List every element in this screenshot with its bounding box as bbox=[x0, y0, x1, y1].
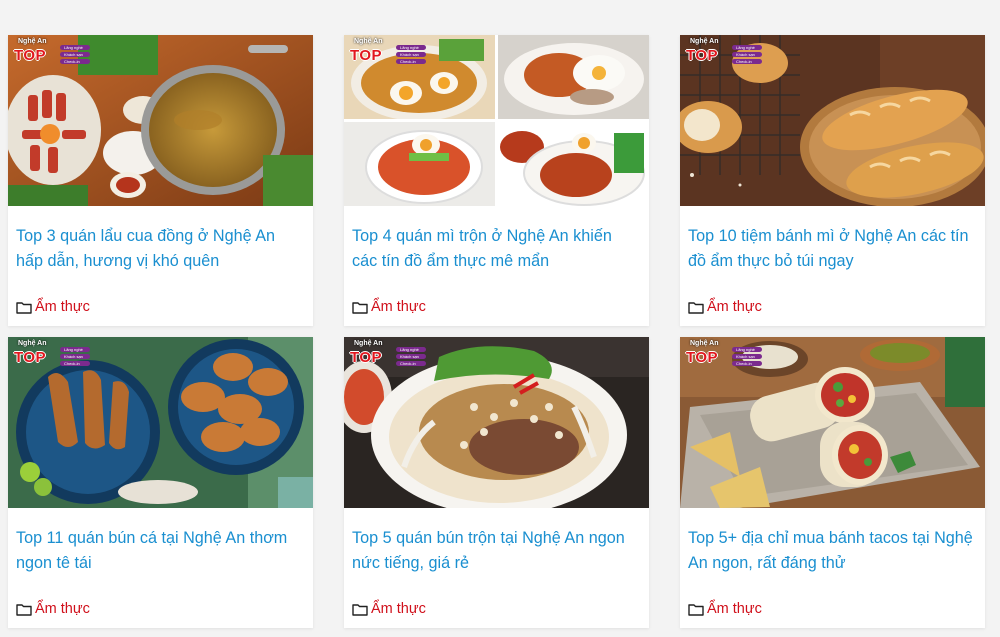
category-link[interactable]: Ẩm thực bbox=[707, 299, 762, 315]
folder-icon bbox=[16, 301, 32, 314]
logo-region-text: Nghệ An bbox=[18, 38, 47, 45]
site-logo-badge: Nghệ An TOP Lãng nghề Khách sạn Check-in bbox=[14, 340, 92, 369]
logo-pill: Khách sạn bbox=[396, 52, 426, 57]
site-logo-badge: Nghệ An TOP Lãng nghề Khách sạn Check-in bbox=[350, 340, 428, 369]
logo-pill: Check-in bbox=[732, 59, 762, 64]
post-thumbnail-link[interactable]: Nghệ An TOP Lãng nghề Khách sạn Check-in bbox=[344, 35, 649, 206]
post-meta: Ẩm thực bbox=[8, 288, 313, 326]
post-title-link[interactable]: Top 5 quán bún trộn tại Nghệ An ngon nức… bbox=[344, 508, 649, 590]
logo-region-text: Nghệ An bbox=[690, 38, 719, 45]
post-title-link[interactable]: Top 4 quán mì trộn ở Nghệ An khiến các t… bbox=[344, 206, 649, 288]
logo-pill: Check-in bbox=[60, 59, 90, 64]
post-meta: Ẩm thực bbox=[344, 288, 649, 326]
logo-pill: Lãng nghề bbox=[60, 45, 90, 50]
logo-pill: Lãng nghề bbox=[396, 45, 426, 50]
post-title-link[interactable]: Top 3 quán lẩu cua đồng ở Nghệ An hấp dẫ… bbox=[8, 206, 313, 288]
post-card: Nghệ An TOP Lãng nghề Khách sạn Check-in… bbox=[344, 35, 649, 326]
post-thumbnail-link[interactable]: Nghệ An TOP Lãng nghề Khách sạn Check-in bbox=[344, 337, 649, 508]
logo-text: TOP bbox=[686, 349, 719, 366]
logo-region-text: Nghệ An bbox=[354, 38, 383, 45]
logo-pill: Khách sạn bbox=[60, 52, 90, 57]
logo-text: TOP bbox=[686, 47, 719, 64]
post-meta: Ẩm thực bbox=[8, 590, 313, 628]
logo-text: TOP bbox=[350, 47, 383, 64]
logo-pill: Check-in bbox=[60, 361, 90, 366]
site-logo-badge: Nghệ An TOP Lãng nghề Khách sạn Check-in bbox=[686, 340, 764, 369]
post-thumbnail-link[interactable]: Nghệ An TOP Lãng nghề Khách sạn Check-in bbox=[8, 35, 313, 206]
post-thumbnail-link[interactable]: Nghệ An TOP Lãng nghề Khách sạn Check-in bbox=[680, 337, 985, 508]
category-link[interactable]: Ẩm thực bbox=[371, 299, 426, 315]
logo-region-text: Nghệ An bbox=[18, 340, 47, 347]
post-card: Nghệ An TOP Lãng nghề Khách sạn Check-in… bbox=[8, 35, 313, 326]
post-title-link[interactable]: Top 11 quán bún cá tại Nghệ An thơm ngon… bbox=[8, 508, 313, 590]
folder-icon bbox=[352, 301, 368, 314]
folder-icon bbox=[688, 603, 704, 616]
category-link[interactable]: Ẩm thực bbox=[35, 299, 90, 315]
logo-text: TOP bbox=[14, 47, 47, 64]
logo-pill: Lãng nghề bbox=[396, 347, 426, 352]
logo-pill: Khách sạn bbox=[732, 354, 762, 359]
logo-pill: Check-in bbox=[396, 361, 426, 366]
post-grid: Nghệ An TOP Lãng nghề Khách sạn Check-in… bbox=[0, 0, 1000, 637]
post-card: Nghệ An TOP Lãng nghề Khách sạn Check-in… bbox=[344, 337, 649, 628]
site-logo-badge: Nghệ An TOP Lãng nghề Khách sạn Check-in bbox=[350, 38, 428, 67]
logo-pill: Check-in bbox=[396, 59, 426, 64]
site-logo-badge: Nghệ An TOP Lãng nghề Khách sạn Check-in bbox=[14, 38, 92, 67]
logo-pill: Lãng nghề bbox=[732, 45, 762, 50]
post-thumbnail-link[interactable]: Nghệ An TOP Lãng nghề Khách sạn Check-in bbox=[680, 35, 985, 206]
post-meta: Ẩm thực bbox=[680, 288, 985, 326]
logo-pill: Khách sạn bbox=[732, 52, 762, 57]
post-meta: Ẩm thực bbox=[680, 590, 985, 628]
category-link[interactable]: Ẩm thực bbox=[371, 601, 426, 617]
logo-pill: Lãng nghề bbox=[60, 347, 90, 352]
logo-pill: Lãng nghề bbox=[732, 347, 762, 352]
post-thumbnail-link[interactable]: Nghệ An TOP Lãng nghề Khách sạn Check-in bbox=[8, 337, 313, 508]
logo-region-text: Nghệ An bbox=[690, 340, 719, 347]
logo-pill: Khách sạn bbox=[60, 354, 90, 359]
post-card: Nghệ An TOP Lãng nghề Khách sạn Check-in… bbox=[8, 337, 313, 628]
site-logo-badge: Nghệ An TOP Lãng nghề Khách sạn Check-in bbox=[686, 38, 764, 67]
folder-icon bbox=[16, 603, 32, 616]
category-link[interactable]: Ẩm thực bbox=[35, 601, 90, 617]
logo-pill: Check-in bbox=[732, 361, 762, 366]
post-title-link[interactable]: Top 10 tiệm bánh mì ở Nghệ An các tín đồ… bbox=[680, 206, 985, 288]
category-link[interactable]: Ẩm thực bbox=[707, 601, 762, 617]
logo-region-text: Nghệ An bbox=[354, 340, 383, 347]
post-title-link[interactable]: Top 5+ địa chỉ mua bánh tacos tại Nghệ A… bbox=[680, 508, 985, 590]
post-card: Nghệ An TOP Lãng nghề Khách sạn Check-in… bbox=[680, 337, 985, 628]
logo-pill: Khách sạn bbox=[396, 354, 426, 359]
post-meta: Ẩm thực bbox=[344, 590, 649, 628]
folder-icon bbox=[352, 603, 368, 616]
folder-icon bbox=[688, 301, 704, 314]
logo-text: TOP bbox=[350, 349, 383, 366]
logo-text: TOP bbox=[14, 349, 47, 366]
post-card: Nghệ An TOP Lãng nghề Khách sạn Check-in… bbox=[680, 35, 985, 326]
